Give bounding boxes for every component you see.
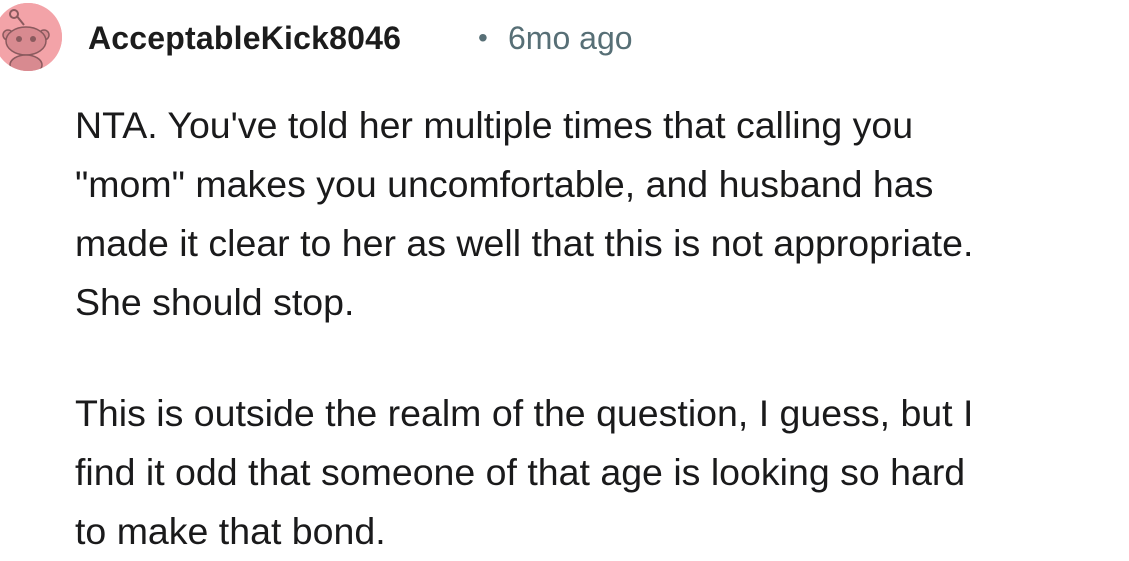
comment-timestamp[interactable]: 6mo ago [508, 18, 633, 58]
meta-separator: • [478, 22, 488, 53]
comment-paragraph: This is outside the realm of the questio… [75, 392, 974, 552]
comment-paragraph: NTA. You've told her multiple times that… [75, 104, 974, 323]
comment-author[interactable]: AcceptableKick8046 [88, 18, 401, 58]
reddit-snoo-icon [0, 3, 62, 71]
comment: AcceptableKick8046 • 6mo ago NTA. You've… [0, 0, 1129, 559]
avatar[interactable] [0, 3, 62, 71]
comment-header: AcceptableKick8046 • 6mo ago [0, 0, 1129, 78]
comment-body: NTA. You've told her multiple times that… [75, 96, 1125, 561]
